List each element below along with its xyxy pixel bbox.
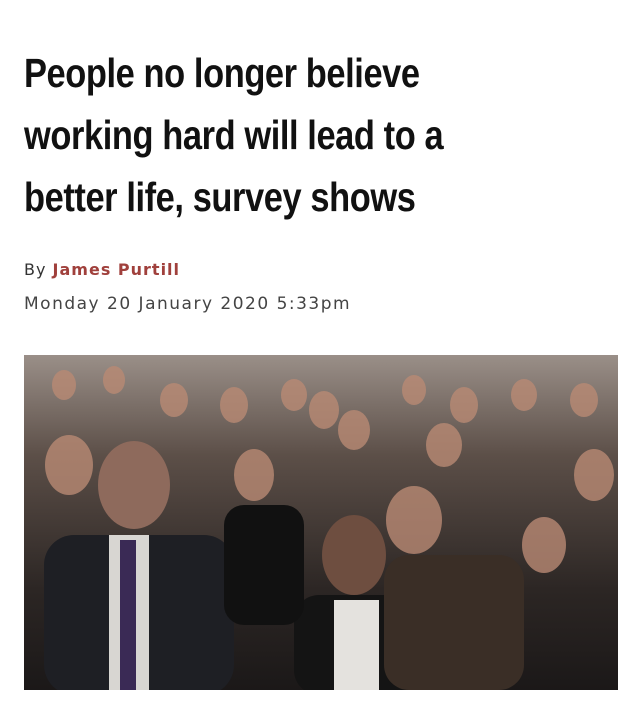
author-link[interactable]: James Purtill — [53, 260, 180, 279]
headline-line: better life, survey shows — [24, 174, 416, 220]
article-headline: People no longer believe working hard wi… — [24, 42, 612, 228]
headline-line: People no longer believe — [24, 50, 420, 96]
article-photo — [24, 355, 618, 690]
headline-line: working hard will lead to a — [24, 112, 444, 158]
byline: By James Purtill — [24, 260, 180, 279]
crowd-photo-icon — [44, 366, 614, 690]
publish-date: Monday 20 January 2020 5:33pm — [24, 294, 352, 314]
byline-prefix: By — [24, 260, 47, 279]
